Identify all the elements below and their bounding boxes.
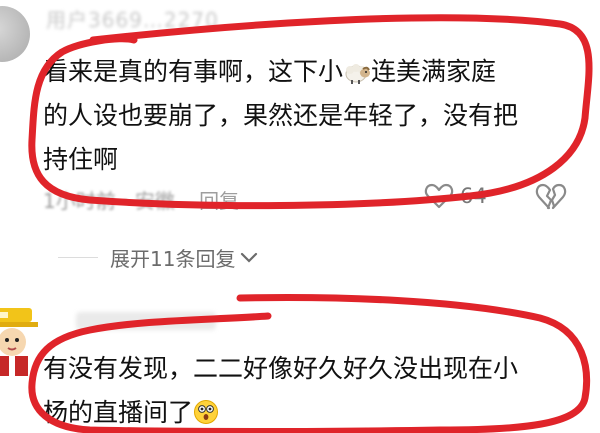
comment-text-line: 有没有发现，二二好像好久好久没出现在小: [43, 354, 519, 383]
like-count: 64: [460, 184, 487, 208]
location: 安徽: [134, 189, 175, 213]
comment-text-line: 持住啊: [43, 145, 119, 174]
like-button[interactable]: 64: [424, 182, 487, 210]
expand-replies[interactable]: 展开11条回复: [58, 243, 259, 272]
comment-meta: 1小时前 · 安徽 回复: [43, 185, 239, 214]
comment-text: 有没有发现，二二好像好久好久没出现在小 杨的直播间了: [43, 347, 563, 433]
divider: [58, 257, 98, 258]
meta-separator: ·: [122, 189, 129, 213]
astonished-face-emoji-icon: [193, 395, 221, 424]
comment-text: 看来是真的有事啊，这下小 连美满家庭 的人设也要崩了，果然还是年轻了，没有把 持…: [43, 50, 563, 182]
heart-icon: [424, 183, 454, 209]
cartoon-avatar-icon: [0, 308, 38, 376]
comment-text-part: 杨的直播间了: [43, 398, 194, 427]
timestamp: 1小时前: [43, 189, 116, 213]
username-placeholder[interactable]: [76, 312, 216, 330]
reply-button[interactable]: 回复: [199, 189, 239, 213]
sheep-emoji-icon: [343, 54, 371, 84]
avatar[interactable]: [0, 6, 30, 62]
comment-thread: 用户3669…2270 看来是真的有事啊，这下小 连美满家庭 的人设也要崩了，果…: [0, 0, 600, 433]
expand-replies-label: 展开11条回复: [110, 247, 236, 271]
chevron-down-icon: [241, 252, 258, 263]
comment-text-line: 的人设也要崩了，果然还是年轻了，没有把: [43, 101, 519, 130]
comment-text-part: 看来是真的有事啊，这下小: [43, 57, 344, 86]
avatar[interactable]: [0, 306, 38, 376]
username[interactable]: 用户3669…2270: [46, 4, 219, 33]
dislike-button[interactable]: [535, 181, 567, 215]
broken-heart-icon: [535, 183, 567, 210]
comment-text-part: 连美满家庭: [371, 57, 497, 86]
